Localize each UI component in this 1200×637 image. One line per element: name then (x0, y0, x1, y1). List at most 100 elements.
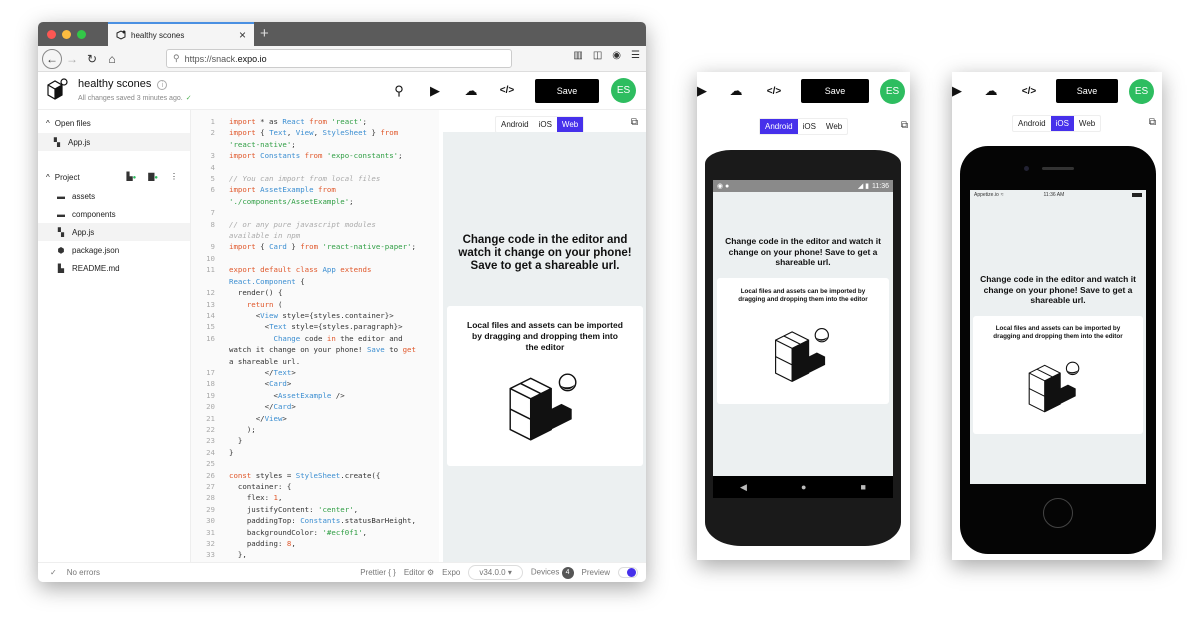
add-file-icon[interactable]: ▙● (126, 172, 136, 181)
code-line[interactable]: 7 (191, 207, 439, 218)
url-bar[interactable]: ⚲ https://snack. expo.io (166, 49, 512, 68)
code-line[interactable]: 17 </Text> (191, 367, 439, 378)
sidebar-item-package-json[interactable]: ⬢ package.json (38, 241, 190, 259)
project-title[interactable]: healthy scones i (78, 78, 168, 90)
devices-button[interactable]: Devices 4 (531, 566, 574, 579)
sidebar-item-components[interactable]: ▬ components (38, 205, 190, 223)
avatar[interactable]: ES (880, 78, 905, 104)
reload-icon[interactable]: ↻ (82, 49, 102, 69)
code-line[interactable]: 12 render() { (191, 287, 439, 298)
code-line[interactable]: 23 } (191, 435, 439, 446)
tab-ios[interactable]: iOS (534, 117, 557, 132)
code-line[interactable]: 3 import Constants from 'expo-constants'; (191, 150, 439, 161)
code-line[interactable]: 16 Change code in the editor and watch i… (191, 333, 439, 367)
minimize-window-button[interactable] (62, 30, 71, 39)
code-line[interactable]: 25 (191, 458, 439, 469)
code-line[interactable]: 1 import * as React from 'react'; (191, 116, 439, 127)
code-line[interactable]: 21 </View> (191, 413, 439, 424)
home-icon[interactable]: ⌂ (102, 49, 122, 69)
sidebar-icon[interactable]: ◫ (593, 50, 602, 61)
code-line[interactable]: 10 (191, 253, 439, 264)
play-icon[interactable]: ▶ (697, 83, 717, 99)
save-button[interactable]: Save (535, 78, 599, 103)
code-line[interactable]: 24} (191, 447, 439, 458)
more-options-icon[interactable]: ⋮ (170, 172, 178, 181)
code-line[interactable]: 26 const styles = StyleSheet.create({ (191, 470, 439, 481)
tab-web[interactable]: Web (556, 117, 584, 132)
cloud-download-icon[interactable]: ☁ (453, 83, 489, 99)
back-icon[interactable]: ← (42, 48, 62, 69)
menu-icon[interactable]: ☰ (631, 50, 640, 61)
code-line[interactable]: 29 justifyContent: 'center', (191, 504, 439, 515)
code-line[interactable]: 28 flex: 1, (191, 492, 439, 503)
recents-nav-icon[interactable]: ■ (861, 482, 866, 492)
forward-icon[interactable]: → (62, 49, 82, 69)
open-external-icon[interactable]: ⧉ (631, 117, 638, 128)
play-icon[interactable]: ▶ (417, 83, 453, 99)
sidebar-item-app-js[interactable]: ▚ App.js (38, 223, 190, 241)
tab-android[interactable]: Android (496, 117, 534, 132)
save-button[interactable]: Save (801, 79, 869, 103)
code-line[interactable]: 5 // You can import from local files (191, 173, 439, 184)
code-line[interactable]: 27 container: { (191, 481, 439, 492)
home-button[interactable] (1043, 498, 1073, 528)
new-tab-icon[interactable]: + (260, 25, 269, 42)
code-line[interactable]: 14 <View style={styles.container}> (191, 310, 439, 321)
tab-ios[interactable]: iOS (1050, 116, 1074, 131)
code-line[interactable]: 9 import { Card } from 'react-native-pape… (191, 241, 439, 252)
open-external-icon[interactable]: ⧉ (1149, 117, 1156, 128)
code-line[interactable]: 30 paddingTop: Constants.statusBarHeight… (191, 515, 439, 526)
code-line[interactable]: 33 }, (191, 549, 439, 560)
sdk-version-select[interactable]: v34.0.0 ▾ (468, 565, 523, 580)
tab-web[interactable]: Web (1074, 116, 1100, 131)
save-button[interactable]: Save (1056, 79, 1118, 103)
editor-settings-button[interactable]: Editor ⚙ (404, 568, 434, 577)
tab-ios[interactable]: iOS (798, 119, 821, 134)
code-line[interactable]: 4 (191, 162, 439, 173)
code-line[interactable]: 32 padding: 8, (191, 538, 439, 549)
close-tab-icon[interactable]: × (239, 28, 246, 42)
code-icon[interactable]: </> (489, 85, 525, 96)
open-files-header[interactable]: ^ Open files (38, 113, 190, 133)
avatar[interactable]: ES (611, 78, 636, 103)
search-icon[interactable]: ⚲ (381, 83, 417, 99)
code-line[interactable]: 22 ); (191, 424, 439, 435)
cloud-download-icon[interactable]: ☁ (972, 83, 1010, 99)
cloud-download-icon[interactable]: ☁ (717, 83, 755, 99)
error-status[interactable]: ✓ No errors (50, 568, 100, 577)
sidebar-item-assets[interactable]: ▬ assets (38, 187, 190, 205)
add-folder-icon[interactable]: ▇● (148, 172, 158, 181)
info-icon[interactable]: i (157, 80, 168, 90)
code-line[interactable]: 20 </Card> (191, 401, 439, 412)
code-line[interactable]: 2 import { Text, View, StyleSheet } from … (191, 127, 439, 150)
code-line[interactable]: 8 // or any pure javascript modules avail… (191, 219, 439, 242)
open-external-icon[interactable]: ⧉ (901, 120, 908, 131)
code-icon[interactable]: </> (1010, 86, 1048, 97)
code-line[interactable]: 18 <Card> (191, 378, 439, 389)
account-icon[interactable]: ◉ (612, 50, 621, 61)
preview-toggle[interactable] (618, 567, 638, 578)
library-icon[interactable]: ▥ (573, 50, 582, 61)
code-line[interactable]: 11 export default class App extends React… (191, 264, 439, 287)
home-nav-icon[interactable]: ● (801, 482, 806, 492)
sidebar-item-readme[interactable]: ▙ README.md (38, 259, 190, 277)
prettier-button[interactable]: Prettier { } (360, 568, 396, 577)
tab-web[interactable]: Web (821, 119, 847, 134)
avatar[interactable]: ES (1129, 78, 1154, 104)
open-file-item[interactable]: ▚ App.js (38, 133, 190, 151)
close-window-button[interactable] (47, 30, 56, 39)
code-editor[interactable]: 1 import * as React from 'react'; 2 import … (191, 110, 439, 562)
project-header[interactable]: ^ Project ▙● ▇● ⋮ (38, 167, 190, 187)
code-line[interactable]: 31 backgroundColor: '#ecf0f1', (191, 527, 439, 538)
browser-tab[interactable]: healthy scones × (108, 22, 254, 46)
maximize-window-button[interactable] (77, 30, 86, 39)
code-line[interactable]: 13 return ( (191, 299, 439, 310)
tab-android[interactable]: Android (1013, 116, 1051, 131)
code-icon[interactable]: </> (755, 86, 793, 97)
code-line[interactable]: 6 import AssetExample from './components/… (191, 184, 439, 207)
code-line[interactable]: 15 <Text style={styles.paragraph}> (191, 321, 439, 332)
code-line[interactable]: 19 <AssetExample /> (191, 390, 439, 401)
play-icon[interactable]: ▶ (952, 83, 972, 99)
tab-android[interactable]: Android (760, 119, 798, 134)
back-nav-icon[interactable]: ◀ (740, 482, 747, 493)
